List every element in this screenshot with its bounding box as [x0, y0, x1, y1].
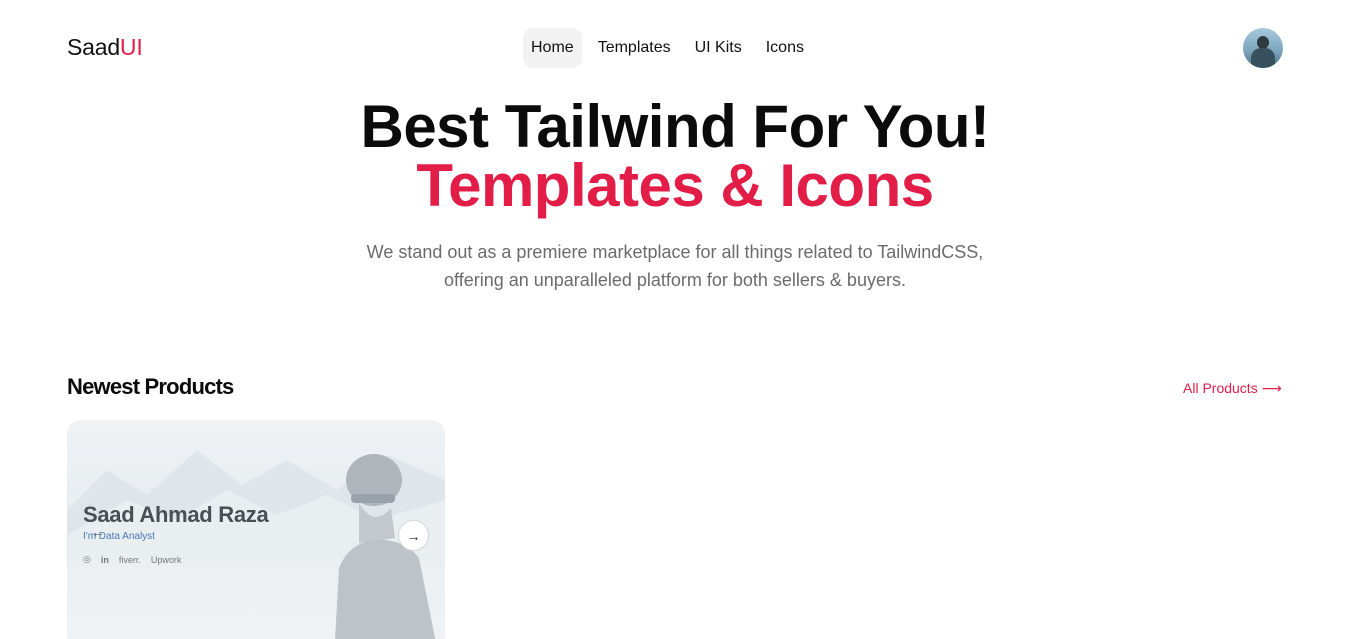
main-nav: Home Templates UI Kits Icons	[523, 28, 820, 68]
hero-subtitle: We stand out as a premiere marketplace f…	[0, 238, 1350, 294]
card-name: Saad Ahmad Raza	[83, 502, 269, 527]
upwork-link[interactable]: Upwork	[151, 555, 182, 565]
avatar-body	[1251, 48, 1275, 68]
instagram-icon[interactable]: ◎	[83, 554, 91, 565]
hero-subtitle-line1: We stand out as a premiere marketplace f…	[366, 242, 984, 262]
social-links: ◎ in fiverr. Upwork	[83, 554, 191, 565]
fiverr-link[interactable]: fiverr.	[119, 555, 141, 565]
nav-templates[interactable]: Templates	[590, 28, 679, 68]
section-title-newest-products: Newest Products	[67, 374, 234, 399]
linkedin-icon[interactable]: in	[101, 555, 109, 565]
logo[interactable]: SaadUI	[67, 34, 143, 61]
person-photo	[335, 454, 436, 639]
hero-subtitle-line2: offering an unparalleled platform for bo…	[444, 270, 906, 290]
hero-title: Best Tailwind For You!	[360, 93, 990, 160]
arrow-right-icon: →	[406, 527, 421, 544]
user-avatar[interactable]	[1243, 28, 1283, 68]
hero-highlight: Templates & Icons	[416, 152, 934, 219]
nav-home[interactable]: Home	[523, 28, 582, 68]
nav-ui-kits[interactable]: UI Kits	[687, 28, 750, 68]
card-role: I'm Data Analyst	[83, 531, 155, 542]
product-card[interactable]: ← Saad Ahmad Raza I'm Data Analyst ◎ in …	[67, 420, 445, 639]
logo-main: Saad	[67, 34, 120, 60]
logo-accent: UI	[119, 34, 143, 60]
site-header: SaadUI Home Templates UI Kits Icons	[0, 0, 1350, 96]
nav-icons[interactable]: Icons	[758, 28, 812, 68]
next-button[interactable]: →	[398, 520, 429, 551]
all-products-link[interactable]: All Products ⟶	[1183, 380, 1282, 397]
